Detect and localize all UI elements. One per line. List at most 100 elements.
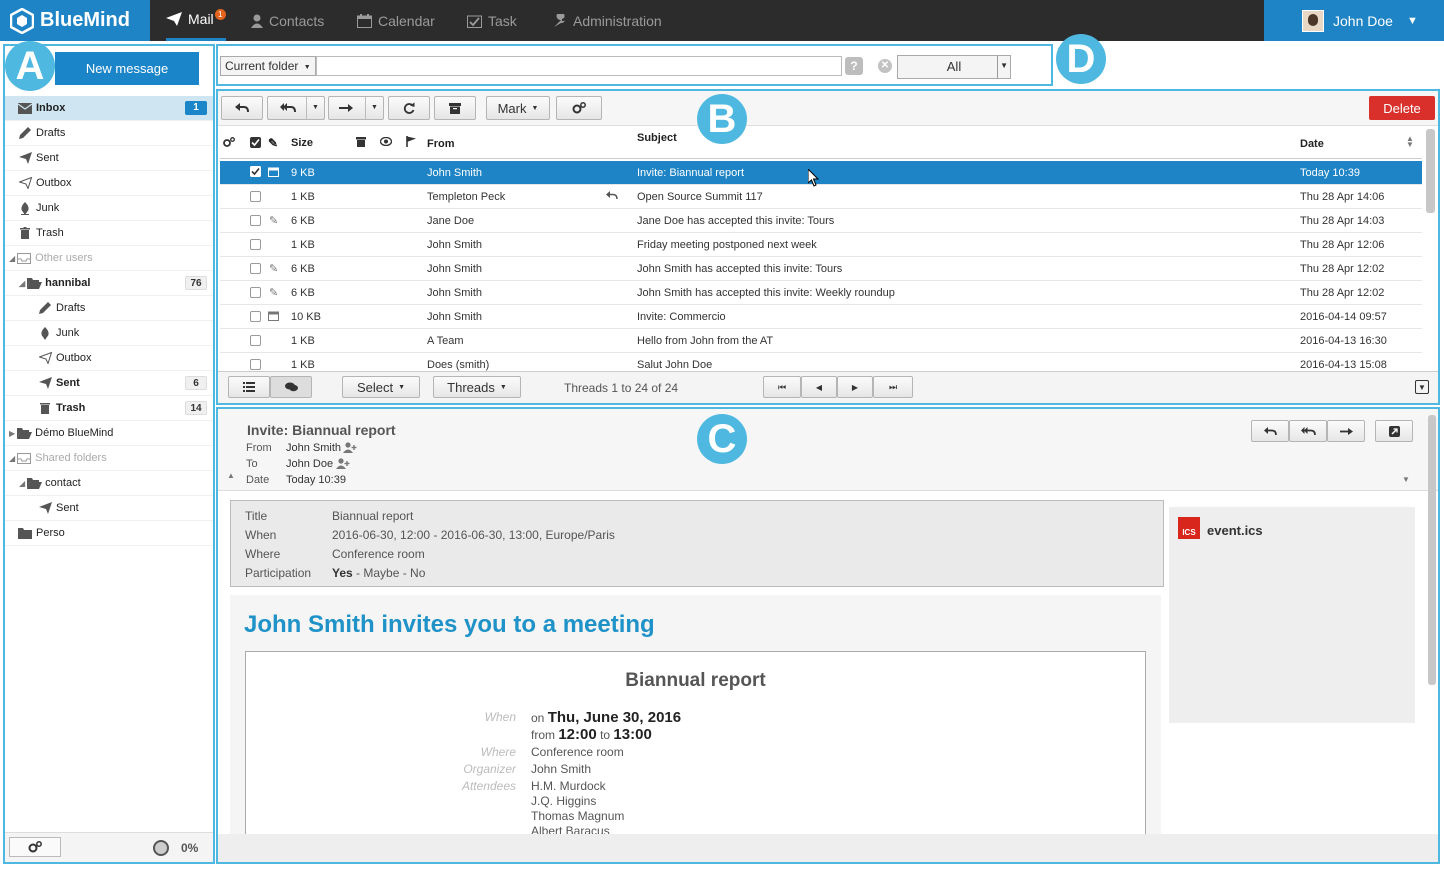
message-row[interactable]: 10 KB John Smith Invite: Commercio 2016-… <box>220 305 1422 329</box>
expand-arrow-icon[interactable]: ◢ <box>9 254 15 263</box>
folder-group-other-users[interactable]: ◢ Other users <box>5 246 213 271</box>
search-input[interactable] <box>316 56 842 76</box>
nav-task[interactable]: Task <box>467 0 517 41</box>
last-page-button[interactable]: ⏭ <box>873 376 913 398</box>
reply-button[interactable] <box>221 96 263 120</box>
new-message-button[interactable]: New message <box>55 52 199 85</box>
folder-hannibal-outbox[interactable]: Outbox <box>5 346 213 371</box>
dropdown-arrow-icon[interactable]: ▼ <box>365 97 383 119</box>
nav-mail[interactable]: Mail 1 <box>166 0 226 41</box>
folder-demo-bluemind[interactable]: ▶ Démo BlueMind <box>5 421 213 446</box>
folder-contact[interactable]: ◢ contact <box>5 471 213 496</box>
archive-button[interactable] <box>434 96 476 120</box>
folder-outbox[interactable]: Outbox <box>5 171 213 196</box>
row-checkbox[interactable] <box>250 239 261 250</box>
folder-contact-sent[interactable]: Sent <box>5 496 213 521</box>
message-row[interactable]: 1 KB John Smith Friday meeting postponed… <box>220 233 1422 257</box>
message-row[interactable]: 9 KB John Smith Invite: Biannual report … <box>220 161 1422 187</box>
nav-calendar[interactable]: Calendar <box>357 0 435 41</box>
row-checkbox[interactable] <box>250 359 261 370</box>
folder-sent[interactable]: Sent <box>5 146 213 171</box>
archive-column-icon[interactable] <box>356 137 366 150</box>
expand-header-icon[interactable]: ▼ <box>1402 475 1410 484</box>
settings-button[interactable] <box>9 837 61 857</box>
search-scope-select[interactable]: Current folder ▼ <box>220 56 316 76</box>
row-checkbox[interactable] <box>250 215 261 226</box>
toggle-preview-icon[interactable]: ▼ <box>1415 380 1429 394</box>
expand-arrow-icon[interactable]: ◢ <box>19 279 25 288</box>
forward-button[interactable]: ▼ <box>328 96 384 120</box>
delete-button[interactable]: Delete <box>1369 96 1435 120</box>
preview-scrollbar[interactable] <box>1428 415 1436 685</box>
list-scrollbar[interactable] <box>1426 129 1435 213</box>
column-from[interactable]: From <box>427 138 455 150</box>
sort-icon[interactable]: ▲ ▼ <box>1406 135 1414 149</box>
row-checkbox[interactable] <box>250 287 261 298</box>
row-checkbox[interactable] <box>250 166 261 177</box>
column-subject[interactable]: Subject <box>637 132 677 144</box>
folder-drafts[interactable]: Drafts <box>5 121 213 146</box>
column-size[interactable]: Size <box>291 137 313 149</box>
refresh-button[interactable] <box>388 96 430 120</box>
folder-junk[interactable]: Junk <box>5 196 213 221</box>
add-contact-icon[interactable] <box>343 442 357 456</box>
row-checkbox[interactable] <box>250 335 261 346</box>
folder-trash[interactable]: Trash <box>5 221 213 246</box>
folder-hannibal-junk[interactable]: Junk <box>5 321 213 346</box>
clear-search-icon[interactable]: ✕ <box>878 59 892 73</box>
attachment-name[interactable]: event.ics <box>1207 523 1263 538</box>
nav-contacts[interactable]: Contacts <box>251 0 324 41</box>
column-options-icon[interactable] <box>223 137 235 151</box>
preview-reply-button[interactable] <box>1251 420 1289 442</box>
add-contact-icon[interactable] <box>336 458 350 472</box>
open-in-window-button[interactable] <box>1375 420 1413 442</box>
folder-group-shared[interactable]: ◢ Shared folders <box>5 446 213 471</box>
message-row[interactable]: 1 KB Does (smith) Salut John Doe 2016-04… <box>220 353 1422 371</box>
preview-reply-all-button[interactable] <box>1289 420 1327 442</box>
next-page-button[interactable]: ▶ <box>837 376 873 398</box>
folder-hannibal-trash[interactable]: Trash 14 <box>5 396 213 421</box>
message-row[interactable]: ✎ 6 KB John Smith John Smith has accepte… <box>220 257 1422 281</box>
row-checkbox[interactable] <box>250 263 261 274</box>
column-date[interactable]: Date <box>1300 138 1324 150</box>
read-column-icon[interactable] <box>379 136 393 149</box>
conversation-view-button[interactable] <box>270 376 312 398</box>
message-row[interactable]: 1 KB Templeton Peck Open Source Summit 1… <box>220 185 1422 209</box>
to-value[interactable]: John Doe <box>286 458 333 470</box>
previous-page-button[interactable]: ◀ <box>801 376 837 398</box>
row-checkbox[interactable] <box>250 191 261 202</box>
folder-hannibal-sent[interactable]: Sent 6 <box>5 371 213 396</box>
collapse-header-icon[interactable]: ▲ <box>227 471 235 480</box>
bluemind-logo[interactable]: BlueMind <box>0 0 150 41</box>
expand-arrow-icon[interactable]: ◢ <box>19 479 25 488</box>
attachment-column-icon[interactable]: ✎ <box>268 136 278 150</box>
row-checkbox[interactable] <box>250 311 261 322</box>
from-value[interactable]: John Smith <box>286 442 341 454</box>
list-settings-button[interactable] <box>556 96 602 120</box>
folder-perso[interactable]: Perso <box>5 521 213 546</box>
message-row[interactable]: ✎ 6 KB John Smith John Smith has accepte… <box>220 281 1422 305</box>
expand-arrow-icon[interactable]: ◢ <box>9 454 15 463</box>
search-filter-select[interactable]: All ▼ <box>897 55 1011 79</box>
folder-inbox[interactable]: Inbox 1 <box>5 96 213 121</box>
message-row[interactable]: 1 KB A Team Hello from John from the AT … <box>220 329 1422 353</box>
mark-button[interactable]: Mark ▼ <box>486 96 550 120</box>
first-page-button[interactable]: ⏮ <box>763 376 801 398</box>
flag-column-icon[interactable] <box>406 136 416 150</box>
reply-all-button[interactable]: ▼ <box>267 96 325 120</box>
nav-administration[interactable]: Administration <box>553 0 662 41</box>
dropdown-arrow-icon[interactable]: ▼ <box>306 97 324 119</box>
participation-maybe-no[interactable]: - Maybe - No <box>353 566 425 580</box>
threads-button[interactable]: Threads ▼ <box>433 376 521 398</box>
folder-hannibal[interactable]: ◢ hannibal 76 <box>5 271 213 296</box>
collapse-arrow-icon[interactable]: ▶ <box>9 429 15 438</box>
participation-yes[interactable]: Yes <box>332 566 353 580</box>
user-menu[interactable]: John Doe ▼ <box>1264 0 1444 41</box>
select-button[interactable]: Select ▼ <box>342 376 420 398</box>
preview-forward-button[interactable] <box>1327 420 1365 442</box>
folder-hannibal-drafts[interactable]: Drafts <box>5 296 213 321</box>
message-row[interactable]: ✎ 6 KB Jane Doe Jane Doe has accepted th… <box>220 209 1422 233</box>
select-all-checkbox[interactable] <box>250 137 261 151</box>
search-help-button[interactable]: ? <box>845 57 863 75</box>
list-view-button[interactable] <box>228 376 270 398</box>
